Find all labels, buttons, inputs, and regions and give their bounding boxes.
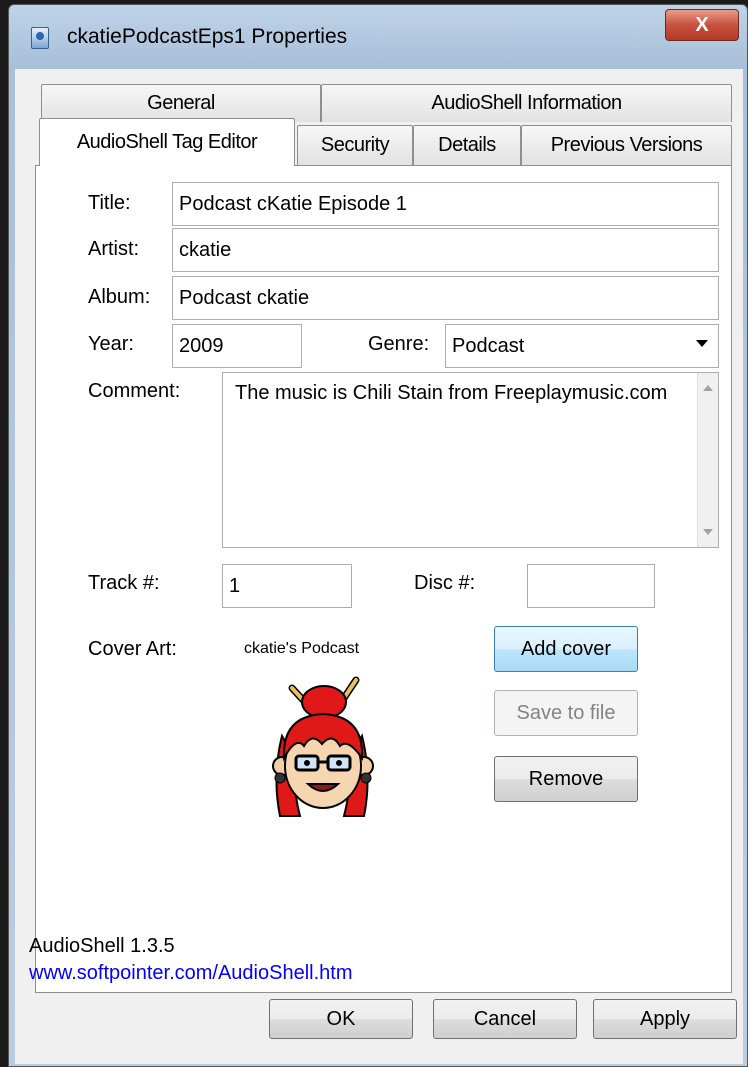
save-to-file-button[interactable]: Save to file [494, 690, 638, 736]
version-text: AudioShell 1.3.5 [29, 935, 175, 957]
title-bar[interactable]: ckatiePodcastEps1 Properties X [9, 5, 747, 69]
tab-general[interactable]: General [41, 84, 321, 122]
track-field[interactable]: 1 [222, 564, 352, 608]
tag-editor-panel: Title: Podcast cKatie Episode 1 Artist: … [35, 165, 732, 993]
genre-label: Genre: [368, 333, 430, 355]
add-cover-button[interactable]: Add cover [494, 626, 638, 672]
year-label: Year: [88, 333, 134, 355]
comment-text: The music is Chili Stain from Freeplaymu… [235, 382, 668, 404]
cover-caption: ckatie's Podcast [244, 640, 360, 657]
disc-field[interactable] [527, 564, 655, 608]
cover-art-label: Cover Art: [88, 638, 177, 660]
tab-audioshell-information[interactable]: AudioShell Information [321, 84, 732, 122]
album-field[interactable]: Podcast ckatie [172, 276, 719, 320]
close-button[interactable]: X [665, 9, 739, 41]
cover-art-image [272, 676, 374, 817]
artist-label: Artist: [88, 238, 140, 260]
ok-button[interactable]: OK [269, 999, 413, 1039]
scroll-up-icon[interactable] [703, 385, 713, 391]
website-link[interactable]: www.softpointer.com/AudioShell.htm [29, 962, 353, 985]
comment-label: Comment: [88, 380, 181, 402]
audio-file-icon [31, 27, 49, 49]
genre-dropdown[interactable]: Podcast [445, 324, 719, 368]
cancel-button[interactable]: Cancel [433, 999, 577, 1039]
artist-field[interactable]: ckatie [172, 228, 719, 272]
title-field[interactable]: Podcast cKatie Episode 1 [172, 182, 719, 226]
title-label: Title: [88, 192, 131, 214]
disc-label: Disc #: [414, 572, 476, 594]
apply-button[interactable]: Apply [593, 999, 737, 1039]
comment-textarea[interactable]: The music is Chili Stain from Freeplaymu… [222, 372, 719, 548]
tab-details[interactable]: Details [413, 125, 521, 165]
album-label: Album: [88, 286, 151, 308]
comment-scrollbar[interactable] [697, 373, 718, 547]
year-field[interactable]: 2009 [172, 324, 302, 368]
scroll-down-icon[interactable] [703, 529, 713, 535]
properties-window: ckatiePodcastEps1 Properties X General A… [8, 4, 748, 1067]
track-label: Track #: [88, 572, 160, 594]
close-icon: X [695, 13, 709, 36]
tab-audioshell-tag-editor[interactable]: AudioShell Tag Editor [39, 118, 295, 166]
dialog-body: General AudioShell Information AudioShel… [15, 69, 743, 1064]
tab-previous-versions[interactable]: Previous Versions [521, 125, 732, 165]
tab-security[interactable]: Security [297, 125, 413, 165]
remove-cover-button[interactable]: Remove [494, 756, 638, 802]
chevron-down-icon[interactable] [696, 340, 708, 347]
window-title: ckatiePodcastEps1 Properties [67, 25, 348, 48]
genre-value: Podcast [452, 334, 525, 357]
